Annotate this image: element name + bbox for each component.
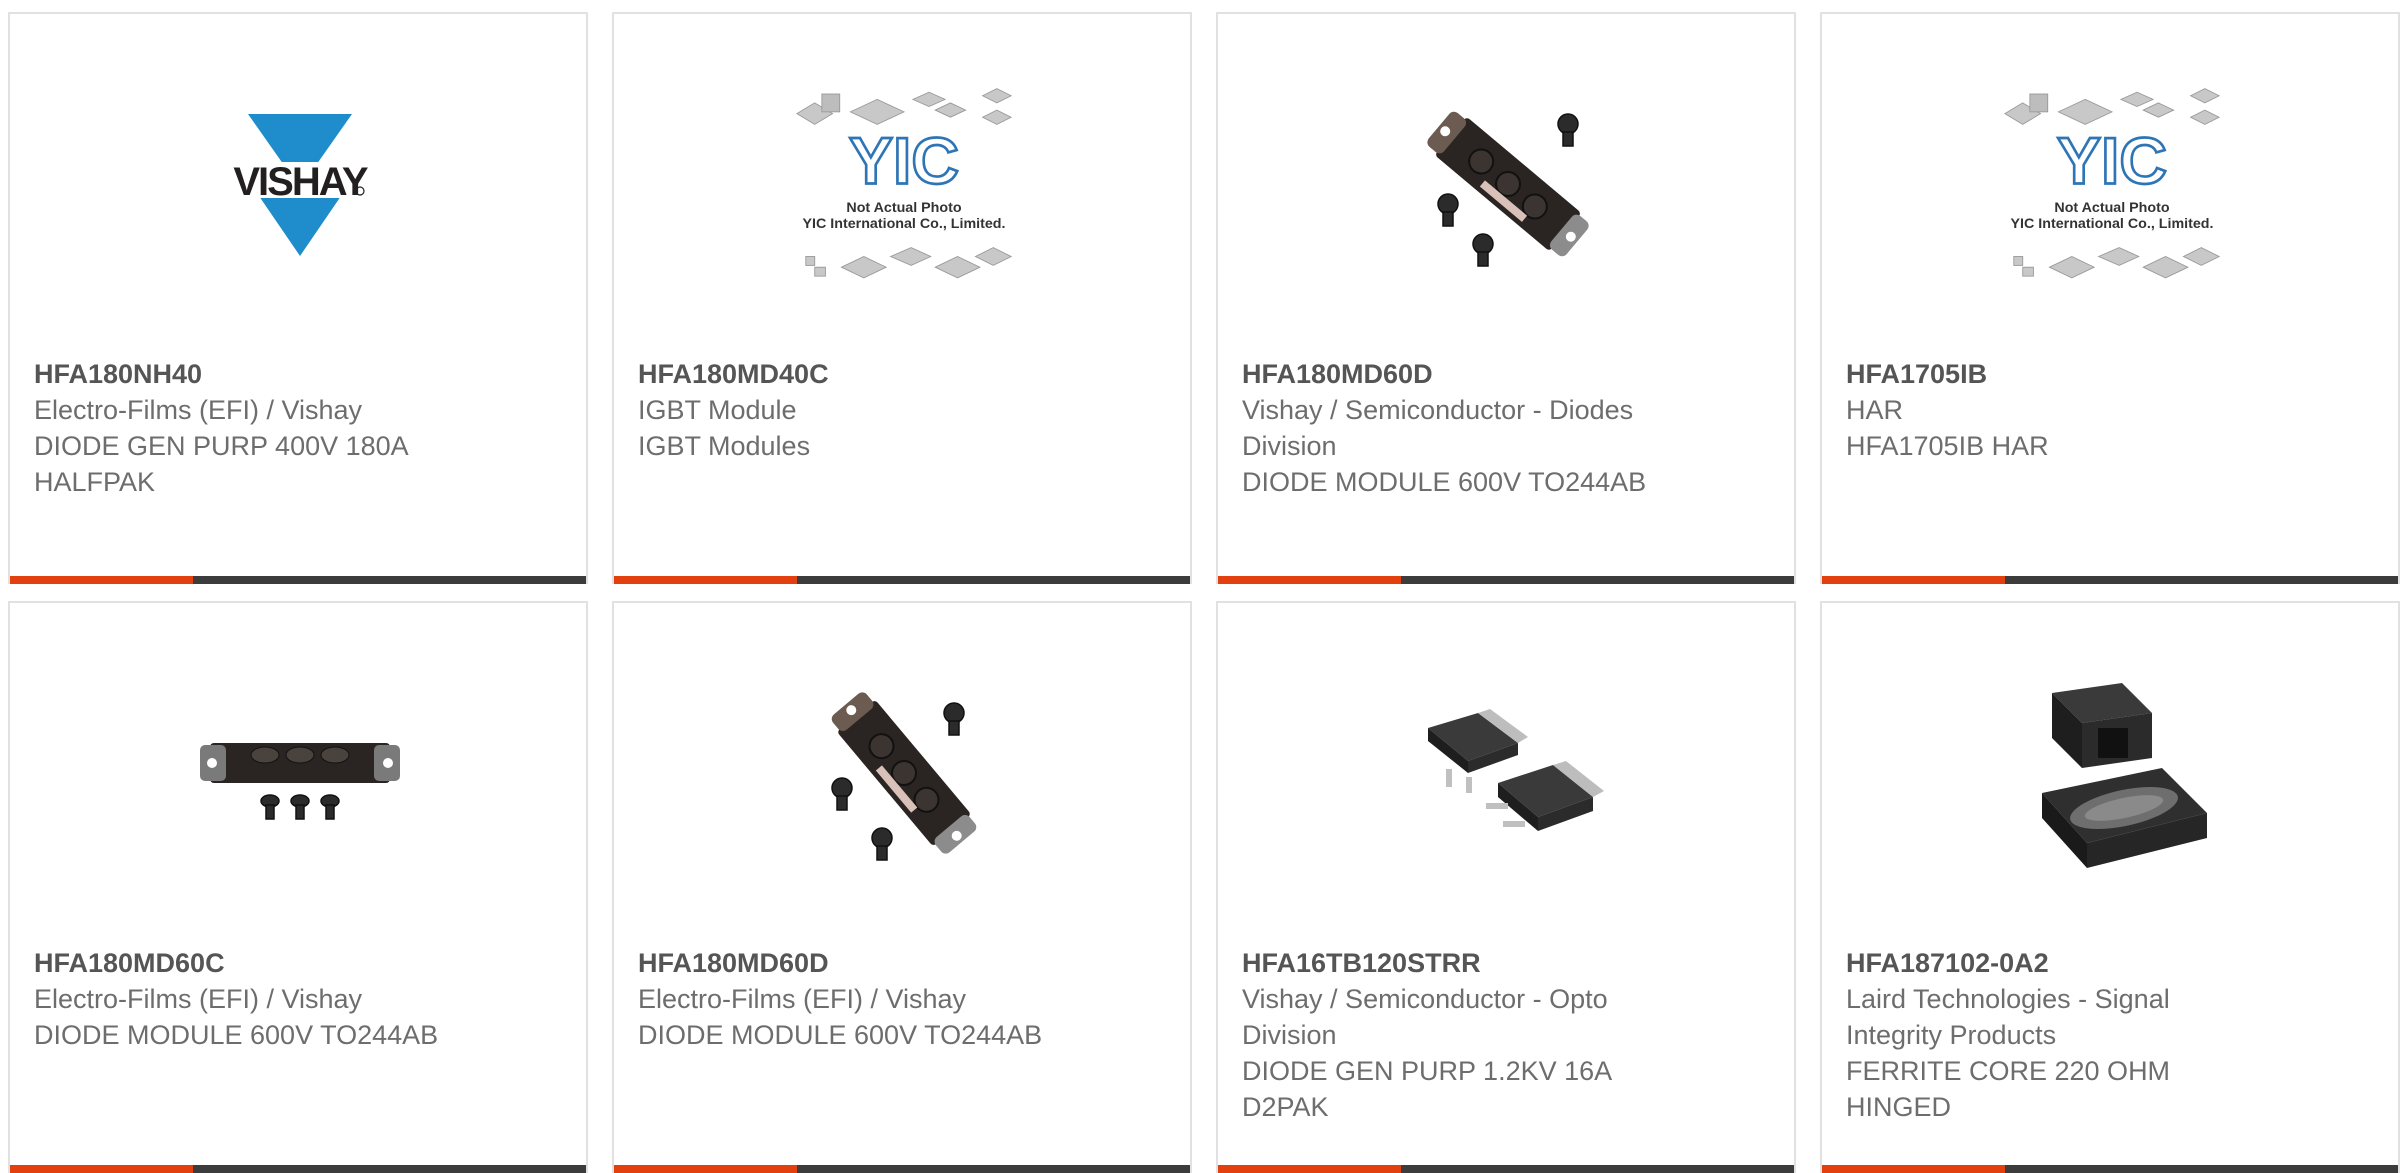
description: IGBT Modules xyxy=(638,431,811,461)
product-image-vishay-logo: VISHAY xyxy=(175,84,425,284)
card-footer-accent xyxy=(10,1165,193,1173)
card-footer-bar xyxy=(10,1165,586,1173)
part-number[interactable]: HFA180MD40C xyxy=(638,356,1058,392)
description: DIODE GEN PURP 400V 180A HALFPAK xyxy=(34,431,408,497)
part-number[interactable]: HFA180MD60D xyxy=(1242,356,1662,392)
card-footer-accent xyxy=(1218,1165,1401,1173)
description: DIODE MODULE 600V TO244AB xyxy=(34,1020,439,1050)
product-card[interactable]: VISHAY HFA180NH40 Electro-Films (EFI) / … xyxy=(8,12,588,584)
card-footer-bar xyxy=(614,576,1190,584)
product-card[interactable]: YIC Not Actual Photo YIC International C… xyxy=(1820,12,2400,584)
part-number[interactable]: HFA180MD60C xyxy=(34,945,454,981)
description: DIODE GEN PURP 1.2KV 16A D2PAK xyxy=(1242,1056,1611,1122)
manufacturer: Laird Technologies - Signal Integrity Pr… xyxy=(1846,984,2170,1050)
part-number[interactable]: HFA16TB120STRR xyxy=(1242,945,1662,981)
part-number[interactable]: HFA1705IB xyxy=(1846,356,2266,392)
card-footer-accent xyxy=(614,1165,797,1173)
product-image-placeholder: YIC Not Actual Photo YIC International C… xyxy=(779,84,1029,284)
product-card[interactable]: HFA180MD60C Electro-Films (EFI) / Vishay… xyxy=(8,601,588,1173)
product-card[interactable]: HFA187102-0A2 Laird Technologies - Signa… xyxy=(1820,601,2400,1173)
yic-logo-text: YIC xyxy=(849,124,959,198)
placeholder-line1: Not Actual Photo xyxy=(2054,200,2169,216)
placeholder-line2: YIC International Co., Limited. xyxy=(803,216,1006,232)
card-footer-accent xyxy=(1822,576,2005,584)
card-footer-bar xyxy=(1822,1165,2398,1173)
product-card[interactable]: YIC Not Actual Photo YIC International C… xyxy=(612,12,1192,584)
manufacturer: Vishay / Semiconductor - Opto Division xyxy=(1242,984,1608,1050)
manufacturer: Vishay / Semiconductor - Diodes Division xyxy=(1242,395,1634,461)
part-number[interactable]: HFA180MD60D xyxy=(638,945,1058,981)
placeholder-line1: Not Actual Photo xyxy=(846,200,961,216)
description: DIODE MODULE 600V TO244AB xyxy=(1242,467,1647,497)
card-footer-accent xyxy=(1822,1165,2005,1173)
product-card[interactable]: HFA16TB120STRR Vishay / Semiconductor - … xyxy=(1216,601,1796,1173)
product-image-ferrite-core xyxy=(1987,673,2237,873)
description: DIODE MODULE 600V TO244AB xyxy=(638,1020,1043,1050)
card-footer-bar xyxy=(614,1165,1190,1173)
product-card[interactable]: HFA180MD60D Electro-Films (EFI) / Vishay… xyxy=(612,601,1192,1173)
vishay-logo-text: VISHAY xyxy=(233,160,369,204)
card-footer-accent xyxy=(614,576,797,584)
yic-logo-text: YIC xyxy=(2057,124,2167,198)
description: FERRITE CORE 220 OHM HINGED xyxy=(1846,1056,2171,1122)
card-footer-accent xyxy=(10,576,193,584)
product-image-d2pak xyxy=(1383,673,1633,873)
card-footer-bar xyxy=(1218,576,1794,584)
card-footer-bar xyxy=(1822,576,2398,584)
card-footer-bar xyxy=(10,576,586,584)
product-image-placeholder: YIC Not Actual Photo YIC International C… xyxy=(1987,84,2237,284)
product-image-diode-module xyxy=(1383,84,1633,284)
card-footer-bar xyxy=(1218,1165,1794,1173)
description: HFA1705IB HAR xyxy=(1846,431,2049,461)
part-number[interactable]: HFA187102-0A2 xyxy=(1846,945,2266,981)
manufacturer: Electro-Films (EFI) / Vishay xyxy=(638,984,967,1014)
manufacturer: Electro-Films (EFI) / Vishay xyxy=(34,984,363,1014)
part-number[interactable]: HFA180NH40 xyxy=(34,356,454,392)
placeholder-line2: YIC International Co., Limited. xyxy=(2011,216,2214,232)
product-image-diode-module xyxy=(779,673,1029,873)
product-image-diode-module-flat xyxy=(175,673,425,873)
manufacturer: Electro-Films (EFI) / Vishay xyxy=(34,395,363,425)
card-footer-accent xyxy=(1218,576,1401,584)
product-card[interactable]: HFA180MD60D Vishay / Semiconductor - Dio… xyxy=(1216,12,1796,584)
manufacturer: IGBT Module xyxy=(638,395,797,425)
manufacturer: HAR xyxy=(1846,395,1904,425)
